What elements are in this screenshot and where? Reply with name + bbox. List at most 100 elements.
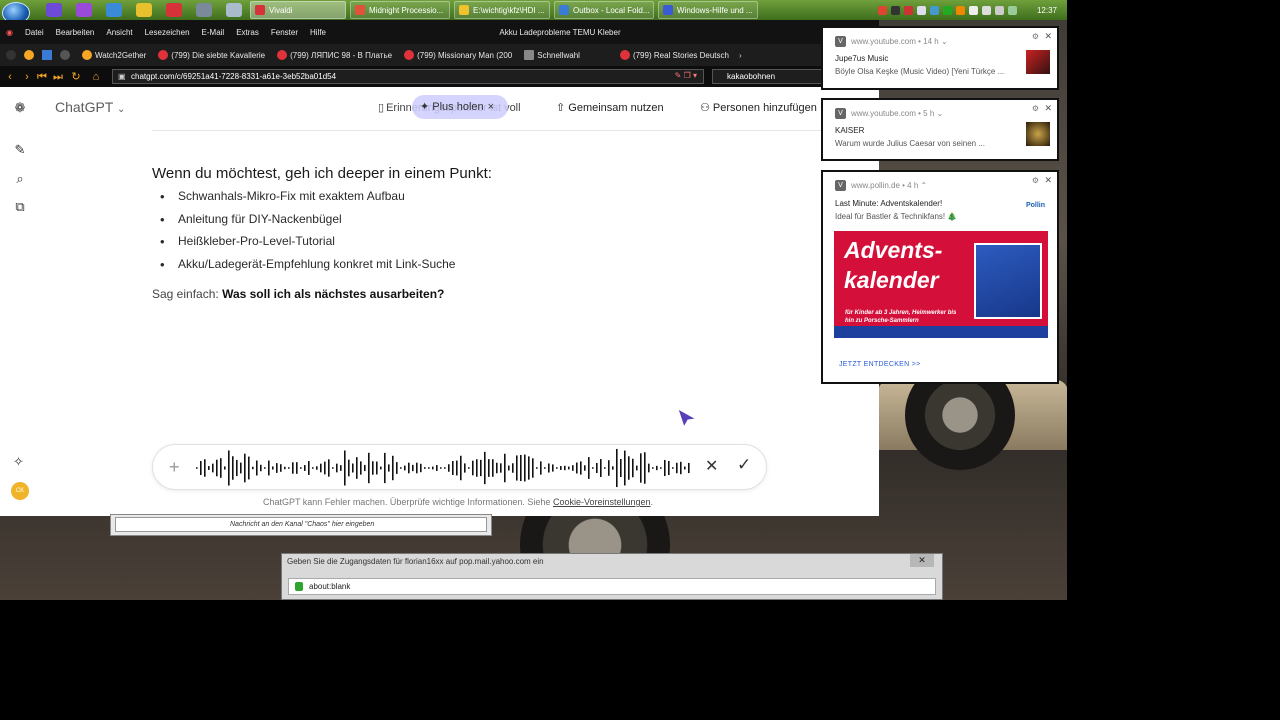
- notification-pollin[interactable]: Vwww.pollin.de • 4 h ⌃ ⚙ ✕ Last Minute: …: [821, 170, 1059, 384]
- menu-item-datei[interactable]: Datei: [25, 28, 44, 37]
- bookmark-lyapis[interactable]: (799) ЛЯПИС 98 - В Платье: [277, 50, 392, 60]
- openai-logo-icon[interactable]: ❁: [12, 100, 28, 116]
- forward-icon[interactable]: ›: [20, 67, 34, 87]
- waveform-bar: [264, 467, 266, 469]
- task-explorer[interactable]: E:\wichtig\kfz\HDI ...: [454, 1, 550, 19]
- disclaimer: ChatGPT kann Fehler machen. Überprüfe wi…: [0, 497, 916, 507]
- rewind-icon[interactable]: ⏮: [34, 67, 50, 87]
- tab-icon[interactable]: [60, 50, 70, 60]
- gear-icon[interactable]: ⚙: [1032, 176, 1039, 185]
- tray-icon[interactable]: [994, 5, 1004, 15]
- quicklaunch-icon[interactable]: [106, 3, 122, 17]
- toolbar-icons[interactable]: ✎ ❐ ▾: [675, 71, 697, 80]
- clock[interactable]: 12:37: [1037, 6, 1057, 15]
- waveform-bar: [436, 465, 438, 471]
- divider: [152, 130, 822, 131]
- bookmark-schnellwahl[interactable]: Schnellwahl: [524, 50, 580, 60]
- quicklaunch-icon[interactable]: [226, 3, 242, 17]
- waveform-bar: [484, 451, 486, 485]
- menu-item-lesezeichen[interactable]: Lesezeichen: [145, 28, 190, 37]
- task-windows-help[interactable]: Windows-Hilfe und ...: [658, 1, 758, 19]
- advent-banner: Advents- kalender für Kinder ab 3 Jahren…: [834, 231, 1048, 338]
- confirm-recording-button[interactable]: ✓: [737, 455, 751, 475]
- cookie-settings-link[interactable]: Cookie-Voreinstellungen: [553, 497, 651, 507]
- home-icon[interactable]: ⌂: [86, 67, 106, 87]
- menu-item-extras[interactable]: Extras: [236, 28, 259, 37]
- chevron-right-icon[interactable]: ›: [739, 51, 742, 60]
- help-icon: [663, 5, 673, 15]
- waveform-bar: [420, 463, 422, 473]
- close-icon[interactable]: ✕: [910, 554, 934, 567]
- tray-icon[interactable]: [890, 5, 900, 15]
- gear-icon[interactable]: ⚙: [1032, 32, 1039, 41]
- site-info-icon[interactable]: ▣: [118, 72, 126, 81]
- cta-link[interactable]: JETZT ENTDECKEN >>: [839, 361, 921, 368]
- bookmark-missionary-man[interactable]: (799) Missionary Man (200: [404, 50, 512, 60]
- library-icon[interactable]: ⧉: [12, 199, 28, 215]
- url-field[interactable]: ▣ chatgpt.com/c/69251a41-7228-8331-a61e-…: [112, 69, 704, 84]
- screen: Vivaldi Midnight Processio... E:\wichtig…: [0, 0, 1280, 720]
- menu-item-email[interactable]: E-Mail: [202, 28, 225, 37]
- menu-item-bearbeiten[interactable]: Bearbeiten: [56, 28, 95, 37]
- notification-youtube-2[interactable]: Vwww.youtube.com • 5 h ⌄ ⚙ ✕ KAISER Waru…: [821, 98, 1059, 161]
- waveform-bar: [308, 461, 310, 475]
- quicklaunch-icon[interactable]: [196, 3, 212, 17]
- waveform-bar: [684, 466, 686, 470]
- tray-icon[interactable]: [968, 5, 978, 15]
- tray-icon[interactable]: [916, 5, 926, 15]
- waveform-bar: [480, 459, 482, 477]
- quicklaunch-icon[interactable]: [136, 3, 152, 17]
- new-chat-icon[interactable]: ✎: [12, 142, 28, 158]
- task-outbox[interactable]: Outbox - Local Fold...: [554, 1, 654, 19]
- tray-icon[interactable]: [929, 5, 939, 15]
- tray-icon[interactable]: [981, 5, 991, 15]
- task-midnight[interactable]: Midnight Processio...: [350, 1, 450, 19]
- sparkle-icon[interactable]: ✧: [13, 454, 24, 470]
- speed-dial-icon[interactable]: [24, 50, 34, 60]
- audio-waveform: [196, 448, 690, 488]
- avatar[interactable]: CK: [11, 482, 29, 500]
- close-icon[interactable]: ✕: [1044, 103, 1052, 114]
- menu-item-hilfe[interactable]: Hilfe: [310, 28, 326, 37]
- plus-icon[interactable]: +: [169, 457, 180, 477]
- model-selector[interactable]: ChatGPT ⌄: [55, 99, 125, 115]
- waveform-bar: [252, 466, 254, 470]
- vivaldi-menu-icon[interactable]: ◉: [6, 28, 13, 37]
- task-label: Vivaldi: [269, 5, 293, 15]
- bookmark-kavallerie[interactable]: (799) Die siebte Kavallerie: [158, 50, 265, 60]
- search-icon[interactable]: ⌕: [12, 171, 28, 187]
- share-button[interactable]: ⇧ Gemeinsam nutzen: [556, 101, 664, 114]
- menu-item-fenster[interactable]: Fenster: [271, 28, 298, 37]
- waveform-bar: [240, 462, 242, 474]
- panel-icon[interactable]: [6, 50, 16, 60]
- channel-message-input[interactable]: Nachricht an den Kanal "Chaos" hier eing…: [115, 517, 487, 532]
- quicklaunch-icon[interactable]: [166, 3, 182, 17]
- login-dialog-title: Geben Sie die Zugangsdaten für florian16…: [287, 557, 544, 566]
- quicklaunch-icon[interactable]: [46, 3, 62, 17]
- waveform-bar: [284, 466, 286, 470]
- cancel-recording-button[interactable]: ✕: [705, 456, 718, 476]
- close-icon[interactable]: ✕: [1044, 31, 1052, 42]
- tray-icon[interactable]: [903, 5, 913, 15]
- bookmark-real-stories[interactable]: (799) Real Stories Deutsch: [619, 50, 729, 60]
- reload-icon[interactable]: ↻: [66, 67, 86, 87]
- close-icon[interactable]: ×: [488, 101, 494, 113]
- tray-icon[interactable]: [1007, 5, 1017, 15]
- waveform-bar: [556, 467, 558, 469]
- task-vivaldi[interactable]: Vivaldi: [250, 1, 346, 19]
- get-plus-button[interactable]: ✦ Plus holen ×: [412, 95, 508, 119]
- notification-youtube-1[interactable]: Vwww.youtube.com • 14 h ⌄ ⚙ ✕ Jupe7us Mu…: [821, 26, 1059, 90]
- menu-item-ansicht[interactable]: Ansicht: [106, 28, 132, 37]
- back-icon[interactable]: ‹: [0, 67, 20, 87]
- quicklaunch-icon[interactable]: [76, 3, 92, 17]
- tray-icon[interactable]: [942, 5, 952, 15]
- bookmark-watch2gether[interactable]: Watch2Gether: [82, 50, 146, 60]
- fast-forward-icon[interactable]: ⏭: [50, 67, 66, 87]
- tray-icon[interactable]: [955, 5, 965, 15]
- close-icon[interactable]: ✕: [1044, 175, 1052, 186]
- tray-icon[interactable]: [877, 5, 887, 15]
- add-people-button[interactable]: ⚇ Personen hinzufügen: [700, 101, 817, 114]
- waveform-bar: [536, 467, 538, 469]
- tab-icon[interactable]: [42, 50, 52, 60]
- gear-icon[interactable]: ⚙: [1032, 104, 1039, 113]
